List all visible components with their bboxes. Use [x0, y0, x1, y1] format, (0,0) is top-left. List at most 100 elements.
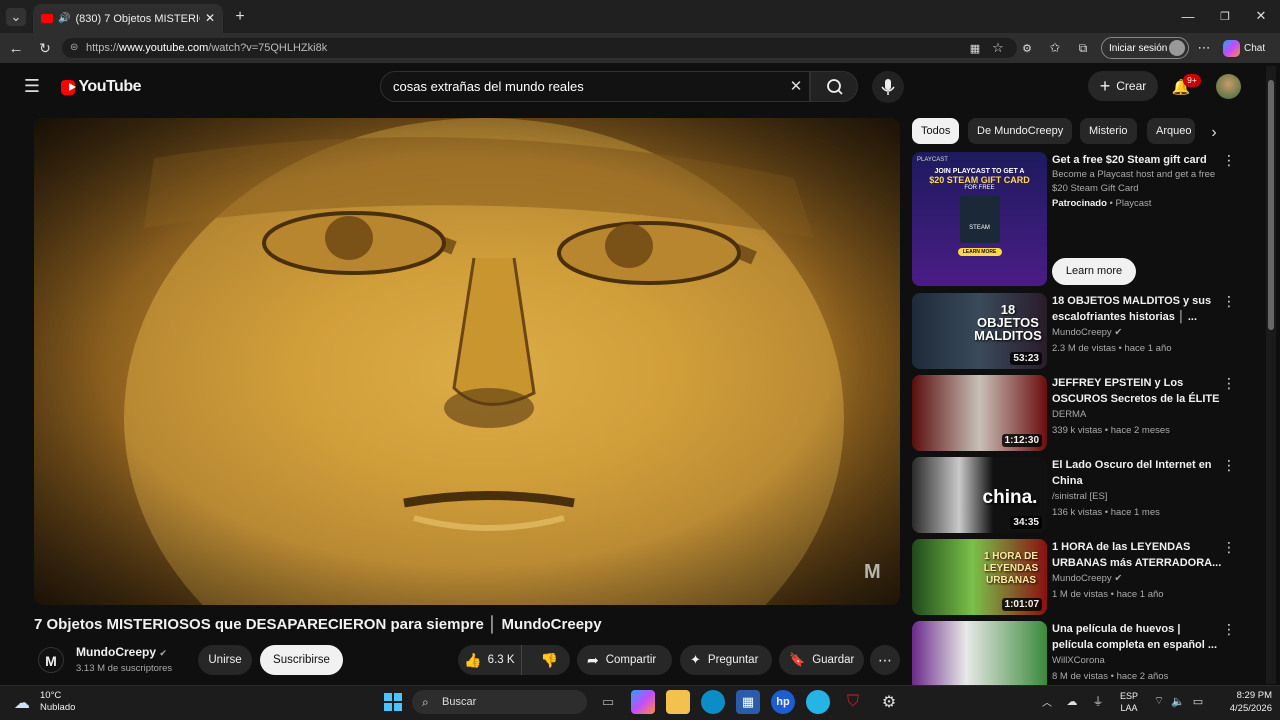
rec-title[interactable]: Una película de huevos | película comple… [1052, 621, 1222, 653]
url-prefix: https:// [86, 42, 120, 54]
rec-channel[interactable]: MundoCreepy [1052, 573, 1112, 584]
minimize-icon[interactable]: — [1180, 8, 1196, 24]
usb-icon[interactable]: ⏚ [1090, 693, 1106, 709]
extensions-icon[interactable]: ⚙ [1018, 39, 1036, 57]
store-icon[interactable]: ▦ [736, 690, 760, 714]
site-info-icon[interactable]: ⊜ [70, 38, 78, 58]
hp-icon[interactable]: hp [771, 690, 795, 714]
join-label: Unirse [208, 654, 242, 666]
rec-thumbnail[interactable]: 1 HORA DE LEYENDAS URBANAS 1:01:07 [912, 539, 1047, 615]
clear-search-icon[interactable]: ✕ [788, 78, 804, 95]
maximize-icon[interactable]: ❐ [1217, 8, 1233, 24]
rec-title[interactable]: El Lado Oscuro del Internet en China [1052, 457, 1222, 489]
ad-thumbnail[interactable]: PLAYCAST JOIN PLAYCAST TO GET A $20 STEA… [912, 152, 1047, 286]
ad-more-icon[interactable]: ⋮ [1222, 152, 1236, 169]
wifi-icon[interactable]: ⌔ [1151, 693, 1167, 709]
like-button[interactable]: 👍 6.3 K [458, 645, 522, 675]
start-button[interactable] [381, 690, 405, 714]
copilot-taskbar-icon[interactable] [631, 690, 655, 714]
taskbar-search[interactable]: ⌕ Buscar [412, 690, 587, 714]
channel-avatar[interactable]: M [38, 647, 64, 673]
reload-icon[interactable]: ↻ [36, 39, 54, 57]
share-button[interactable]: ➦ Compartir [577, 645, 672, 675]
youtube-logo[interactable]: YouTube [61, 77, 141, 97]
scrollbar-thumb[interactable] [1268, 80, 1274, 330]
search-button[interactable] [810, 71, 858, 102]
scrollbar[interactable] [1266, 66, 1276, 684]
address-bar[interactable]: ⊜ https://www.youtube.com/watch?v=75QHLH… [62, 38, 1017, 58]
rec-item[interactable]: china. 34:35 El Lado Oscuro del Internet… [912, 457, 1262, 533]
chip-mundocreepy[interactable]: De MundoCreepy [968, 118, 1073, 144]
chip-mystery[interactable]: Misterio [1080, 118, 1137, 144]
signin-button[interactable]: Iniciar sesión [1101, 37, 1189, 59]
tab-close-icon[interactable]: ✕ [205, 11, 215, 25]
rec-item[interactable]: 1:12:30 JEFFREY EPSTEIN y Los OSCUROS Se… [912, 375, 1262, 451]
rec-more-icon[interactable]: ⋮ [1222, 375, 1236, 392]
save-button[interactable]: 🔖 Guardar [779, 645, 864, 675]
favorites-icon[interactable]: ✩ [1046, 39, 1064, 57]
dislike-button[interactable]: 👎 [529, 645, 570, 675]
battery-icon[interactable]: ▭ [1190, 693, 1206, 709]
rec-more-icon[interactable]: ⋮ [1222, 621, 1236, 638]
chip-all[interactable]: Todos [912, 118, 960, 144]
search-input[interactable]: cosas extrañas del mundo reales [380, 71, 810, 102]
rec-thumbnail[interactable] [912, 621, 1047, 685]
ask-button[interactable]: ✦ Preguntar [680, 645, 772, 675]
ad-desc: Become a Playcast host and get a free $2… [1052, 169, 1216, 194]
rec-more-icon[interactable]: ⋮ [1222, 539, 1236, 556]
speaker-icon[interactable]: 🔊 [58, 13, 70, 24]
rec-channel[interactable]: MundoCreepy [1052, 327, 1112, 338]
weather-widget[interactable]: ☁ 10°C Nublado [14, 690, 94, 716]
favorite-star-icon[interactable]: ☆ [989, 39, 1007, 57]
rec-channel[interactable]: /sinistral [ES] [1052, 489, 1222, 505]
video-player[interactable]: M [34, 118, 900, 605]
rec-thumbnail[interactable]: china. 34:35 [912, 457, 1047, 533]
rec-title[interactable]: JEFFREY EPSTEIN y Los OSCUROS Secretos d… [1052, 375, 1222, 407]
mcafee-icon[interactable]: ⛉ [841, 690, 865, 714]
subscribe-button[interactable]: Suscribirse [260, 645, 343, 675]
volume-icon[interactable]: 🔈 [1170, 693, 1186, 709]
rec-thumbnail[interactable]: 1:12:30 [912, 375, 1047, 451]
rec-item[interactable]: Una película de huevos | película comple… [912, 621, 1262, 685]
task-view-icon[interactable]: ▭ [596, 690, 620, 714]
back-icon[interactable]: ← [7, 39, 25, 57]
window-close-icon[interactable]: ✕ [1253, 8, 1269, 24]
read-aloud-icon[interactable]: ▦ [966, 39, 984, 57]
rec-item[interactable]: 18 OBJETOS MALDITOS 53:23 18 OBJETOS MAL… [912, 293, 1262, 369]
ad-title[interactable]: Get a free $20 Steam gift card [1052, 152, 1222, 168]
copilot-chat-button[interactable]: Chat [1223, 38, 1273, 58]
hamburger-menu-icon[interactable]: ☰ [22, 76, 42, 96]
rec-title[interactable]: 18 OBJETOS MALDITOS y sus escalofriantes… [1052, 293, 1222, 325]
rec-title[interactable]: 1 HORA de las LEYENDAS URBANAS más ATERR… [1052, 539, 1222, 571]
channel-name-row[interactable]: MundoCreepy ✔ [76, 645, 196, 659]
new-tab-icon[interactable]: + [231, 8, 249, 26]
browser-tab[interactable]: 🔊 (830) 7 Objetos MISTERIOSOS ✕ [33, 4, 223, 33]
collections-icon[interactable]: ⧉ [1074, 39, 1092, 57]
clock[interactable]: 8:29 PM 4/25/2026 [1212, 689, 1272, 715]
onedrive-icon[interactable]: ☁ [1064, 693, 1080, 709]
channel-name[interactable]: MundoCreepy [76, 645, 156, 659]
more-actions-button[interactable]: ⋯ [870, 645, 900, 675]
rec-item[interactable]: 1 HORA DE LEYENDAS URBANAS 1:01:07 1 HOR… [912, 539, 1262, 615]
more-menu-icon[interactable]: ⋯ [1196, 39, 1212, 57]
language-indicator[interactable]: ESP LAA [1114, 690, 1144, 716]
chips-next-chevron-icon[interactable]: › [1205, 124, 1223, 142]
settings-gear-icon[interactable]: ⚙ [877, 690, 901, 714]
ad-card[interactable]: PLAYCAST JOIN PLAYCAST TO GET A $20 STEA… [912, 152, 1262, 287]
rec-channel[interactable]: DERMA [1052, 407, 1222, 423]
rec-thumbnail[interactable]: 18 OBJETOS MALDITOS 53:23 [912, 293, 1047, 369]
edge-browser-icon[interactable] [701, 690, 725, 714]
file-explorer-icon[interactable] [666, 690, 690, 714]
tray-expand-chevron-icon[interactable]: ︿ [1040, 693, 1054, 709]
create-button[interactable]: + Crear [1088, 71, 1158, 101]
user-avatar[interactable] [1216, 74, 1241, 99]
assistant-icon[interactable] [806, 690, 830, 714]
rec-channel[interactable]: WillXCorona [1052, 653, 1222, 669]
rec-more-icon[interactable]: ⋮ [1222, 293, 1236, 310]
voice-search-button[interactable] [872, 71, 904, 103]
ad-learn-more-button[interactable]: Learn more [1052, 258, 1136, 285]
tab-list-icon[interactable]: ⌄ [6, 8, 26, 26]
join-button[interactable]: Unirse [198, 645, 252, 675]
chip-archaeology[interactable]: Arqueo [1147, 118, 1195, 144]
rec-more-icon[interactable]: ⋮ [1222, 457, 1236, 474]
